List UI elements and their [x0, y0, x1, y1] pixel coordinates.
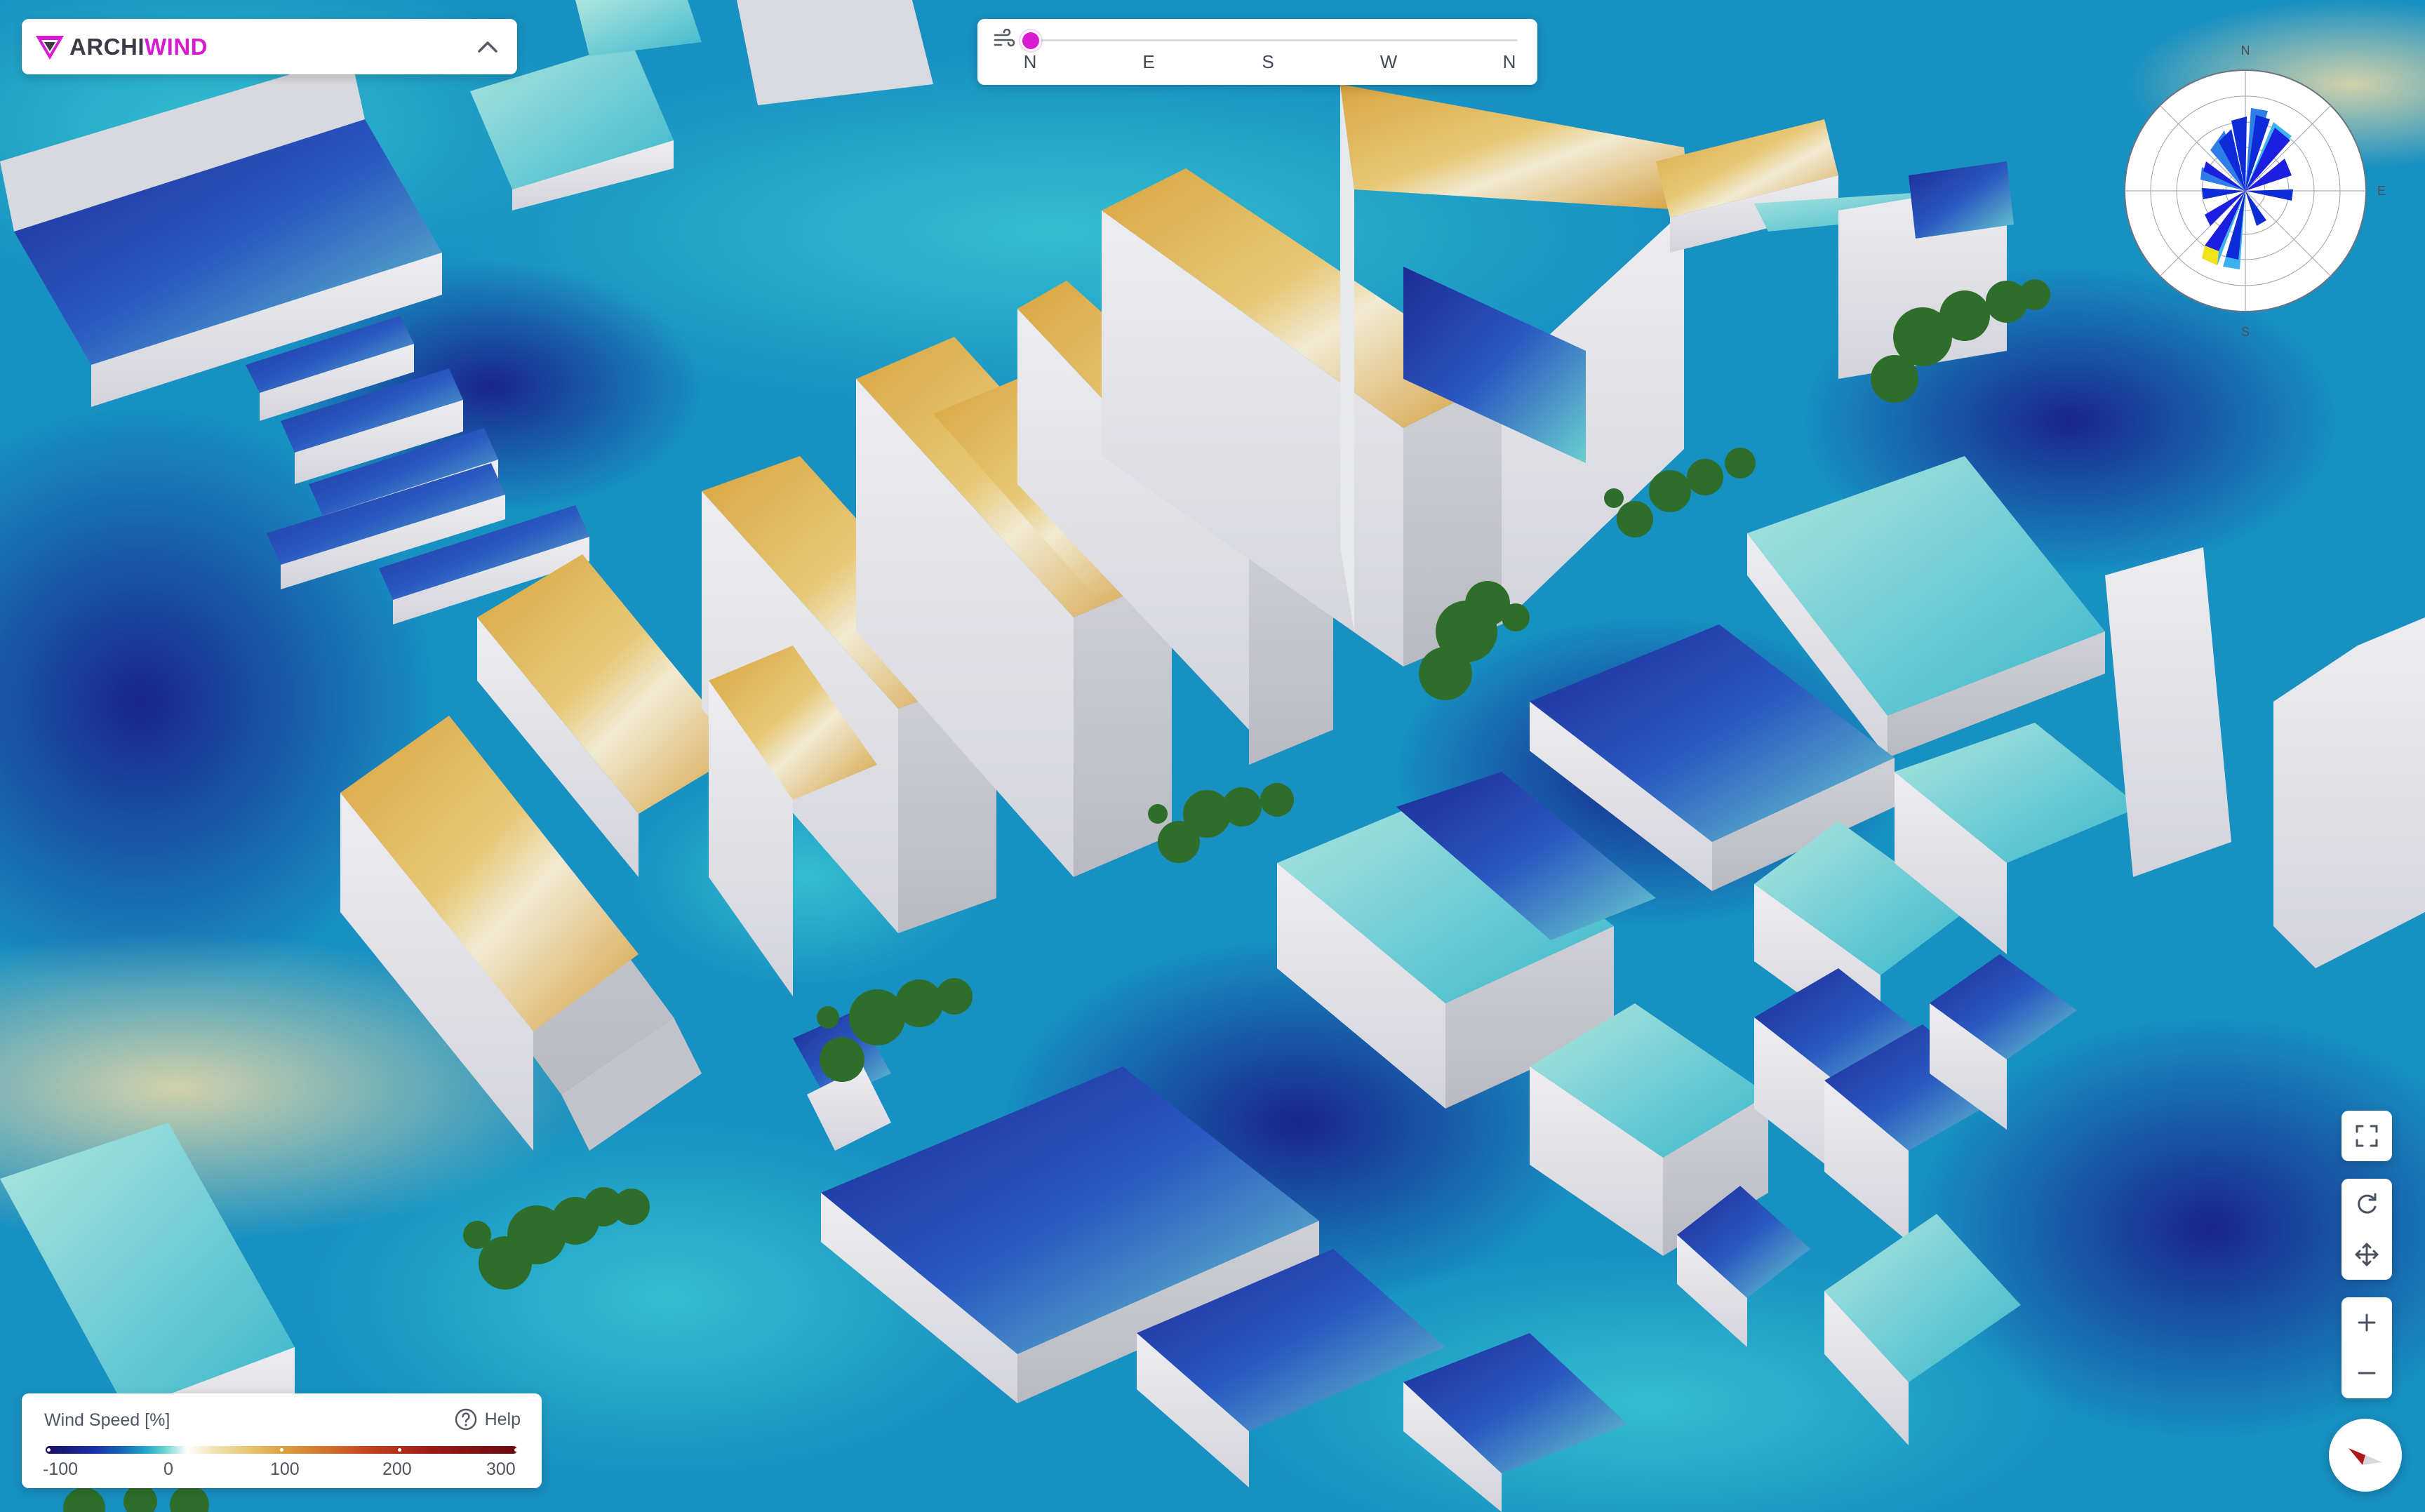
compass-reset-button[interactable] [2329, 1419, 2402, 1492]
fullscreen-button[interactable] [2342, 1111, 2392, 1161]
app-title: ARCHIWIND [69, 33, 208, 61]
wind-speed-legend: Wind Speed [%] Help -100 0 100 200 300 [22, 1393, 542, 1488]
rotate-button[interactable] [2342, 1179, 2392, 1229]
app-header-panel: ARCHIWIND [22, 19, 517, 74]
legend-tick-label: -100 [43, 1459, 79, 1479]
app-title-part-a: ARCHI [69, 34, 145, 60]
compass-north-icon [2349, 1448, 2382, 1465]
legend-tick-mark [280, 1448, 283, 1452]
help-button[interactable]: Help [454, 1406, 521, 1433]
zoom-toolbar [2342, 1297, 2392, 1398]
map-viewport[interactable]: ARCHIWIND N E S W N N E S Wind Speed [%]… [0, 0, 2425, 1512]
fullscreen-toolbar [2342, 1111, 2392, 1161]
legend-tick-label: 200 [382, 1459, 412, 1479]
rotate-icon [2358, 1193, 2377, 1214]
plus-icon [2358, 1313, 2376, 1332]
legend-tick-label: 100 [270, 1459, 300, 1479]
chevron-up-icon [478, 41, 497, 53]
zoom-out-button[interactable] [2342, 1348, 2392, 1398]
help-label: Help [484, 1409, 521, 1429]
wind-direction-panel: N E S W N [977, 19, 1537, 85]
legend-tick-label: 300 [486, 1459, 516, 1479]
legend-title: Wind Speed [%] [44, 1410, 171, 1430]
minus-icon [2358, 1372, 2376, 1374]
direction-label-w: W [1379, 51, 1398, 72]
fullscreen-icon [2356, 1125, 2378, 1147]
app-title-part-b: WIND [145, 34, 208, 60]
collapse-panel-button[interactable] [471, 30, 505, 64]
wind-rose-label-e: E [2377, 184, 2386, 198]
zoom-in-button[interactable] [2342, 1297, 2392, 1348]
legend-tick-label: 0 [163, 1459, 173, 1479]
wind-simulation-scene[interactable] [0, 0, 2425, 1512]
wind-icon [994, 29, 1015, 47]
wind-direction-track[interactable] [1031, 39, 1518, 41]
wind-rose-label-n: N [2241, 44, 2250, 58]
wind-direction-thumb[interactable] [1022, 32, 1039, 49]
archiwind-logo-icon [36, 36, 64, 60]
pan-move-icon [2355, 1243, 2379, 1266]
direction-label-s: S [1262, 51, 1274, 72]
direction-label-n-end: N [1502, 51, 1516, 72]
pan-button[interactable] [2342, 1229, 2392, 1280]
direction-label-n: N [1023, 51, 1037, 72]
legend-tick-mark [47, 1448, 51, 1452]
navigation-toolbar [2342, 1179, 2392, 1280]
legend-tick-mark [514, 1448, 518, 1452]
question-circle-icon [455, 1408, 476, 1431]
wind-rose-label-s: S [2241, 325, 2250, 339]
legend-tick-mark [398, 1448, 401, 1452]
wind-rose-chart[interactable]: N E S W [2119, 38, 2400, 340]
direction-label-e: E [1142, 51, 1155, 72]
